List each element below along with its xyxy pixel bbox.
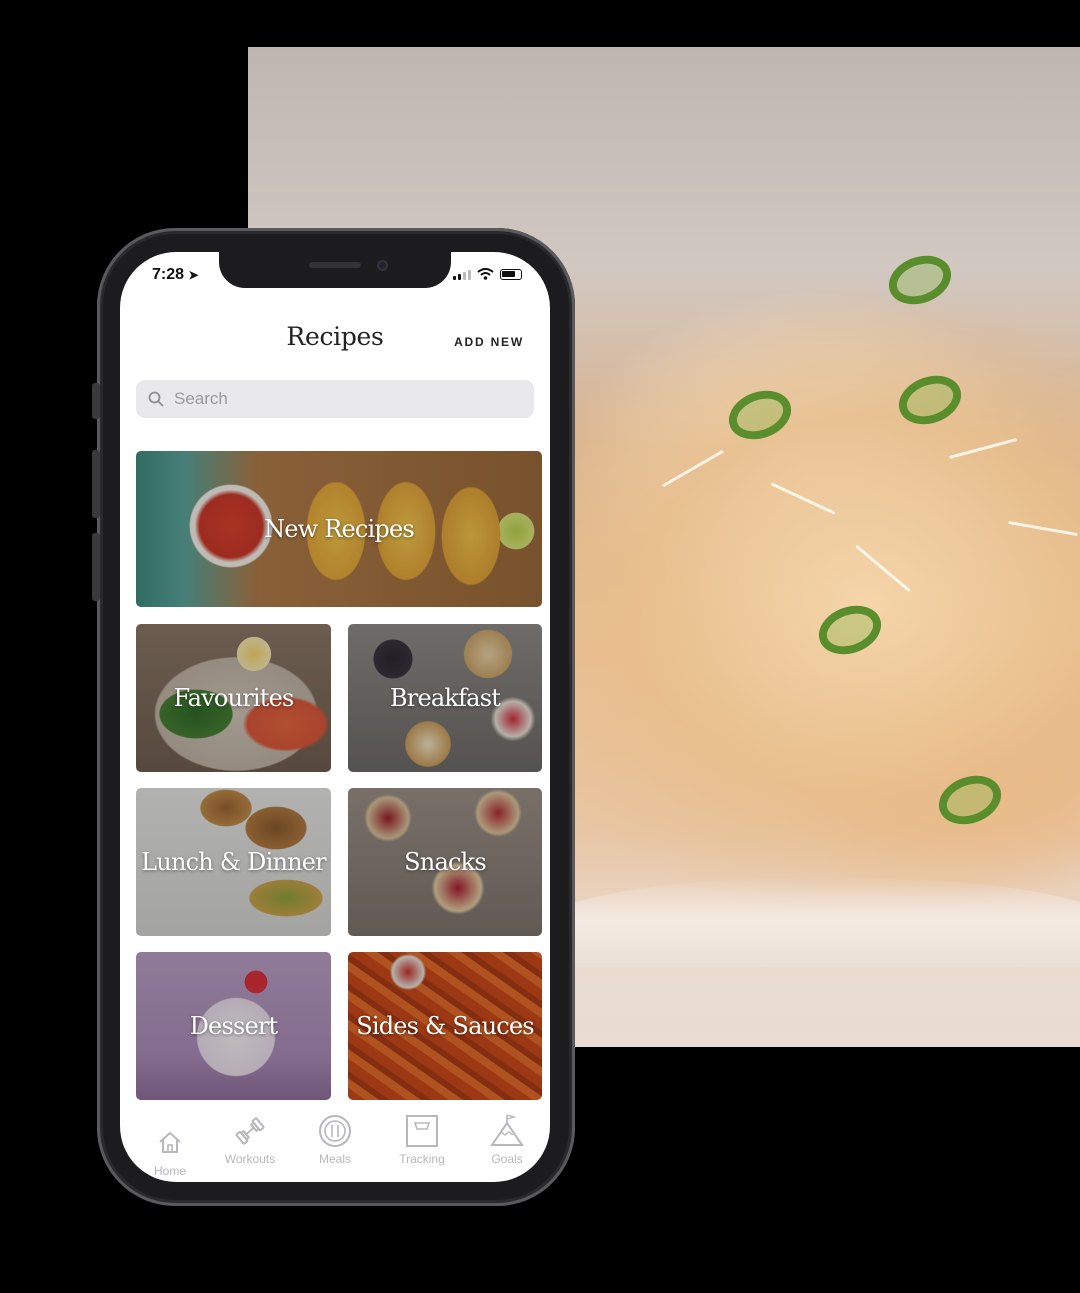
search-icon <box>148 391 164 407</box>
cheese-shred <box>948 437 1018 460</box>
location-arrow-icon: ➤ <box>188 268 199 282</box>
home-icon <box>159 1131 181 1153</box>
green-onion <box>812 597 888 663</box>
category-label: Favourites <box>173 684 294 712</box>
category-tile-snacks[interactable]: Snacks <box>348 788 542 936</box>
status-time: 7:28 ➤ <box>152 266 199 284</box>
cheese-shred <box>661 449 725 488</box>
tab-workouts[interactable]: Workouts <box>210 1114 290 1166</box>
category-tile-breakfast[interactable]: Breakfast <box>348 624 542 772</box>
tab-label: Goals <box>491 1152 523 1166</box>
category-tile-new-recipes[interactable]: New Recipes <box>136 451 542 607</box>
category-tile-lunch-dinner[interactable]: Lunch & Dinner <box>136 788 331 936</box>
front-camera <box>377 260 388 271</box>
green-onion <box>932 767 1008 833</box>
tab-goals[interactable]: Goals <box>467 1114 547 1166</box>
mute-switch <box>92 383 100 419</box>
volume-down-button <box>92 533 100 601</box>
tab-home[interactable]: Home <box>130 1126 210 1178</box>
category-label: New Recipes <box>264 515 415 543</box>
category-label: Sides & Sauces <box>356 1012 534 1040</box>
category-tile-favourites[interactable]: Favourites <box>136 624 331 772</box>
cheese-shred <box>1008 520 1078 537</box>
category-tile-sides-sauces[interactable]: Sides & Sauces <box>348 952 542 1100</box>
cellular-signal-icon <box>453 270 471 280</box>
status-time-text: 7:28 <box>152 266 185 283</box>
battery-icon <box>500 269 522 280</box>
cheese-shred <box>855 544 911 593</box>
tab-label: Home <box>153 1164 186 1178</box>
category-label: Breakfast <box>389 684 501 712</box>
plate-icon <box>319 1115 351 1147</box>
green-onion <box>882 247 958 313</box>
mountain-flag-icon <box>490 1114 524 1146</box>
volume-up-button <box>92 450 100 518</box>
speaker <box>309 262 361 268</box>
app-screen: 7:28 ➤ Recipes ADD NEW New Rec <box>120 252 550 1182</box>
scale-icon <box>406 1115 438 1147</box>
green-onion <box>722 382 798 448</box>
category-label: Lunch & Dinner <box>141 848 326 876</box>
add-new-button[interactable]: ADD NEW <box>454 335 524 349</box>
category-label: Dessert <box>189 1012 279 1040</box>
search-input[interactable] <box>172 388 506 410</box>
bowl-rim <box>548 877 1080 967</box>
tab-meals[interactable]: Meals <box>295 1114 375 1166</box>
green-onion <box>892 367 968 433</box>
dumbbell-icon <box>235 1117 265 1145</box>
tab-label: Workouts <box>224 1152 276 1166</box>
tab-label: Meals <box>318 1152 351 1166</box>
category-tile-dessert[interactable]: Dessert <box>136 952 331 1100</box>
notch <box>219 252 451 288</box>
wifi-icon <box>477 268 494 280</box>
tab-bar: Home Workouts Meals Tracking Goals <box>120 1114 550 1182</box>
category-label: Snacks <box>404 848 487 876</box>
status-indicators <box>453 268 522 280</box>
tab-tracking[interactable]: Tracking <box>382 1114 462 1166</box>
phone-frame: 7:28 ➤ Recipes ADD NEW New Rec <box>92 228 575 1206</box>
cheese-shred <box>770 482 836 515</box>
search-bar[interactable] <box>136 380 534 418</box>
tab-label: Tracking <box>399 1152 445 1166</box>
